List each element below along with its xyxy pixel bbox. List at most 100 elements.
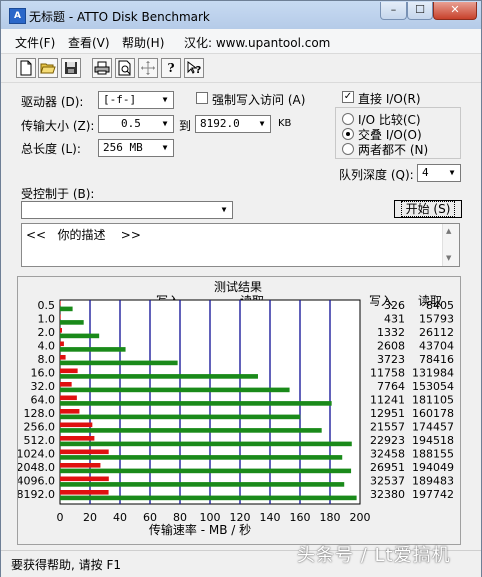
write-value: 32537 (370, 475, 405, 488)
y-tick-label: 2048.0 (18, 461, 55, 474)
queue-depth-value: 4 (422, 166, 429, 179)
description-scrollbar[interactable]: ▲ ▼ (442, 224, 459, 266)
read-bar (60, 333, 100, 339)
read-value: 26112 (419, 326, 454, 339)
menu-view[interactable]: 查看(V) (68, 34, 110, 51)
y-tick-label: 16.0 (31, 367, 56, 380)
menu-file[interactable]: 文件(F) (15, 34, 55, 51)
read-value: 131984 (412, 367, 454, 380)
write-bar (60, 409, 80, 414)
scroll-down-icon[interactable]: ▼ (446, 254, 451, 262)
write-value: 11758 (370, 367, 405, 380)
help-icon[interactable]: ? (161, 58, 181, 78)
drive-label: 驱动器 (D): (21, 95, 84, 109)
transfer-to-select[interactable]: 8192.0 ▼ (195, 115, 271, 133)
read-value: 188155 (412, 448, 454, 461)
write-bar (60, 355, 66, 360)
move-icon[interactable] (138, 58, 158, 78)
menu-localization[interactable]: 汉化: www.upantool.com (184, 34, 330, 51)
force-write-checkbox[interactable] (196, 92, 208, 104)
write-value: 21557 (370, 421, 405, 434)
read-bar (60, 347, 126, 352)
read-bar (60, 468, 352, 474)
write-value: 11241 (370, 394, 405, 407)
write-bar (60, 382, 72, 387)
write-value: 26951 (370, 461, 405, 474)
read-value: 194049 (412, 461, 454, 474)
write-bar (60, 436, 95, 441)
y-tick-label: 0.5 (38, 299, 56, 312)
chart-title: 测试结果 (214, 279, 262, 294)
write-bar (60, 463, 101, 468)
write-bar (60, 490, 109, 495)
svg-text:?: ? (196, 65, 202, 76)
queue-depth-label: 队列深度 (Q): (339, 168, 414, 182)
write-value: 32380 (370, 488, 405, 501)
y-tick-label: 8.0 (38, 353, 56, 366)
app-icon: A (9, 8, 26, 24)
read-bar (60, 401, 332, 406)
y-tick-label: 1024.0 (18, 448, 55, 461)
y-tick-label: 256.0 (24, 421, 56, 434)
status-text: 要获得帮助, 请按 F1 (11, 558, 121, 572)
context-help-icon[interactable]: ? (184, 58, 204, 78)
read-value: 43704 (419, 340, 454, 353)
read-bar (60, 387, 290, 393)
controlled-by-select[interactable]: ▼ (21, 201, 233, 219)
io-compare-radio[interactable] (342, 113, 354, 125)
save-icon[interactable] (61, 58, 81, 78)
neither-label: 两者都不 (N) (358, 143, 429, 157)
write-bar (60, 449, 109, 455)
read-value: 153054 (412, 380, 454, 393)
x-tick-label: 160 (290, 511, 311, 524)
transfer-from-select[interactable]: 0.5 ▼ (98, 115, 174, 133)
read-bar (60, 455, 343, 460)
drive-select[interactable]: [-f-] ▼ (98, 91, 174, 109)
print-icon[interactable] (92, 58, 112, 78)
write-value: 7764 (377, 380, 405, 393)
read-value: 8405 (426, 299, 454, 312)
app-window: A 无标题 - ATTO Disk Benchmark – ☐ ✕ 文件(F) … (0, 0, 482, 577)
open-folder-icon[interactable] (38, 58, 58, 78)
total-length-select[interactable]: 256 MB ▼ (98, 139, 174, 157)
x-tick-label: 20 (83, 511, 97, 524)
y-tick-label: 8192.0 (18, 488, 55, 501)
write-value: 1332 (377, 326, 405, 339)
scroll-up-icon[interactable]: ▲ (446, 227, 451, 235)
overlapped-io-radio[interactable] (342, 128, 354, 140)
watermark: 头条号 / Lt爱搞机 (297, 545, 451, 566)
write-bar (60, 341, 64, 347)
read-value: 189483 (412, 475, 454, 488)
write-value: 326 (384, 299, 405, 312)
x-tick-label: 180 (320, 511, 341, 524)
start-button[interactable]: 开始 (S) (394, 200, 462, 218)
x-tick-label: 0 (57, 511, 64, 524)
write-bar (60, 314, 61, 320)
new-file-icon[interactable] (16, 58, 36, 78)
read-bar (60, 495, 357, 501)
description-textarea[interactable]: << 你的描述 >> ▲ ▼ (21, 223, 460, 267)
write-value: 22923 (370, 434, 405, 447)
x-tick-label: 40 (113, 511, 127, 524)
neither-radio[interactable] (342, 143, 354, 155)
force-write-label: 强制写入访问 (A) (212, 93, 306, 107)
write-bar (60, 422, 93, 428)
x-tick-label: 200 (350, 511, 371, 524)
y-tick-label: 1.0 (38, 313, 56, 326)
minimize-button[interactable]: – (380, 2, 407, 20)
total-length-label: 总长度 (L): (21, 142, 81, 156)
transfer-size-label: 传输大小 (Z): (21, 119, 95, 133)
direct-io-checkbox[interactable]: ✓ (342, 91, 354, 103)
y-tick-label: 2.0 (38, 326, 56, 339)
close-button[interactable]: ✕ (433, 2, 477, 20)
print-preview-icon[interactable] (115, 58, 135, 78)
write-bar (60, 328, 62, 333)
read-bar (60, 428, 322, 433)
start-button-label: 开始 (S) (400, 201, 456, 217)
transfer-to-value: 8192.0 (200, 117, 240, 130)
maximize-button[interactable]: ☐ (407, 2, 433, 20)
menu-help[interactable]: 帮助(H) (122, 34, 164, 51)
description-text: << 你的描述 >> (26, 228, 141, 242)
queue-depth-select[interactable]: 4 ▼ (417, 164, 461, 182)
read-value: 78416 (419, 353, 454, 366)
